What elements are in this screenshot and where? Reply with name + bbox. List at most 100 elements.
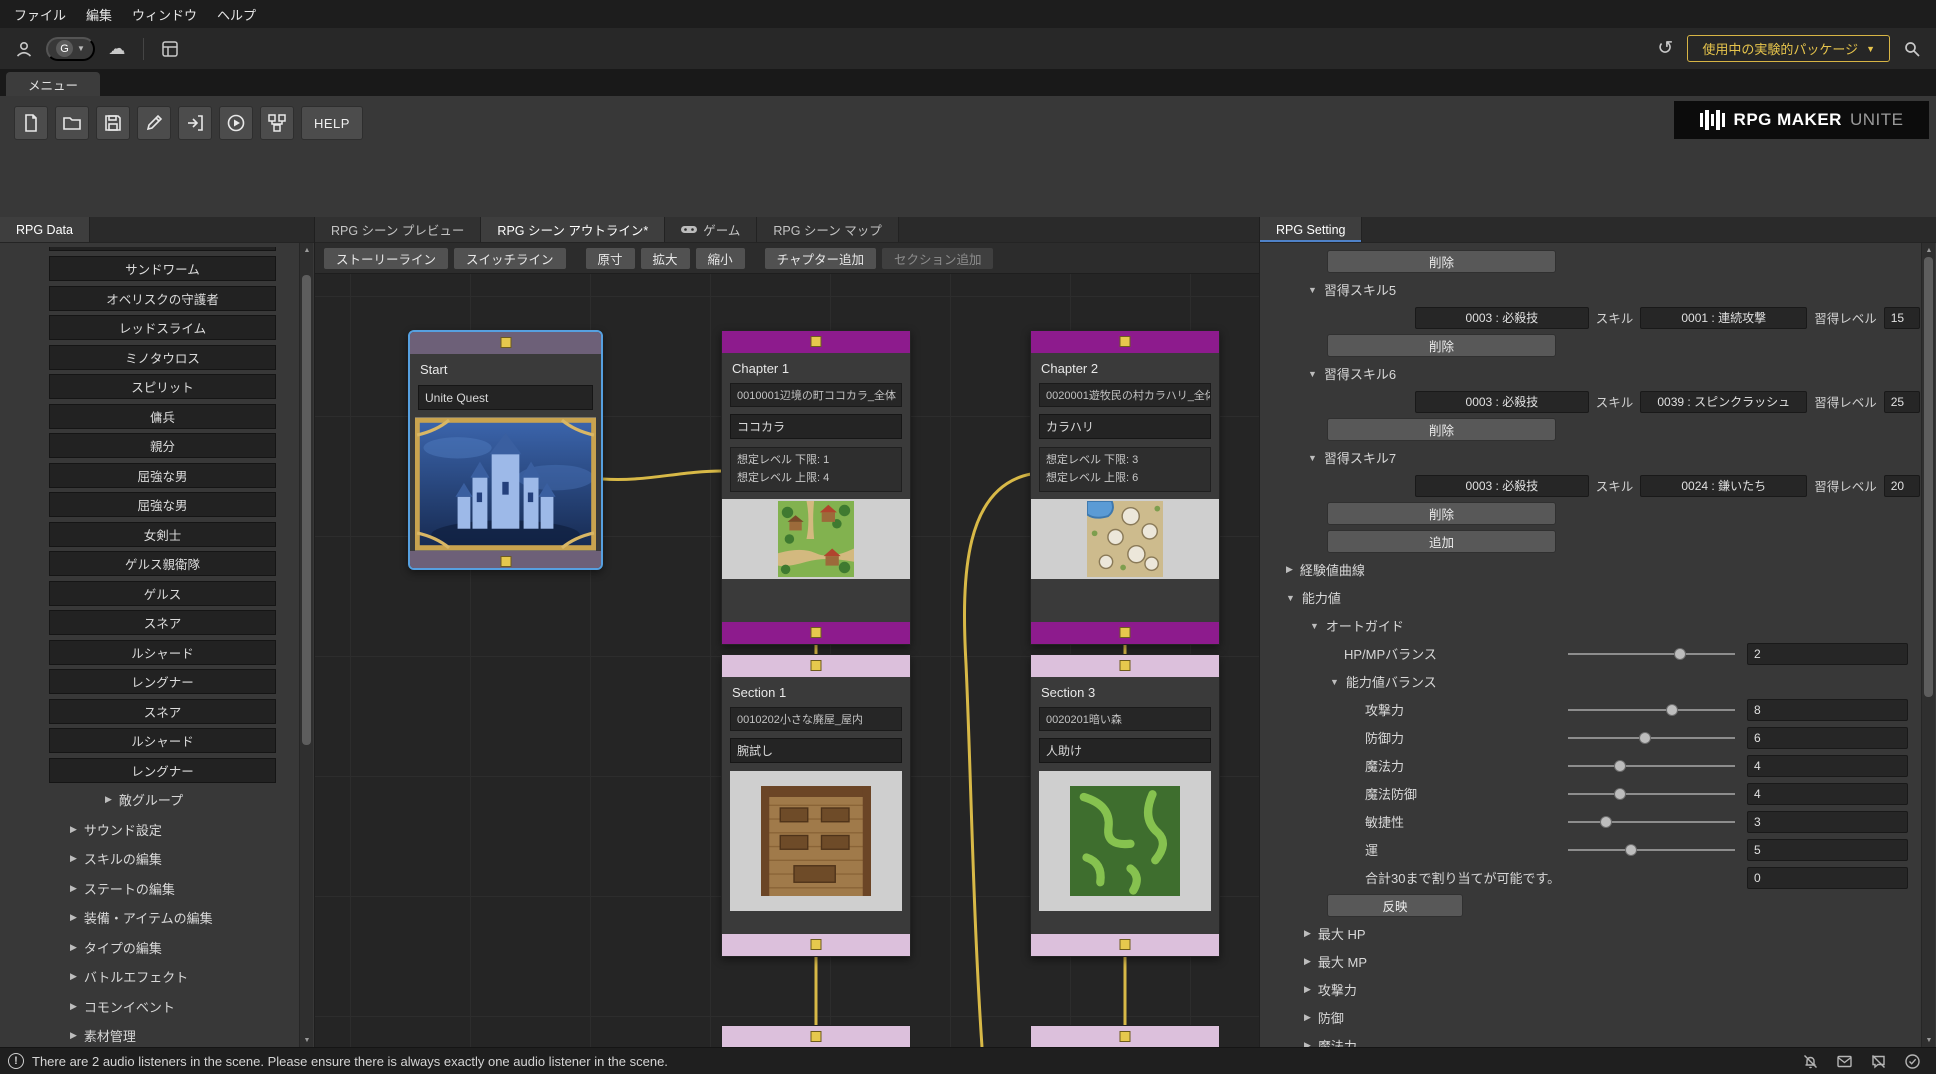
list-item[interactable]: ミノタウロス [49, 345, 276, 370]
scroll-down-icon[interactable]: ▼ [300, 1033, 314, 1047]
list-item[interactable]: スネア [49, 699, 276, 724]
slider-thumb[interactable] [1614, 788, 1626, 800]
scrollbar-thumb[interactable] [302, 275, 311, 745]
connection-port[interactable] [1120, 939, 1131, 950]
attack-value[interactable]: 8 [1747, 699, 1908, 721]
foldout-magic[interactable]: ▶魔法力 [1260, 1032, 1920, 1047]
tree-item-equipment[interactable]: ▶装備・アイテムの編集 [0, 905, 298, 930]
scroll-up-icon[interactable]: ▲ [300, 243, 314, 257]
status-message[interactable]: There are 2 audio listeners in the scene… [32, 1054, 668, 1069]
tree-item-skills[interactable]: ▶スキルの編集 [0, 846, 298, 871]
list-item[interactable]: ルシャード [49, 728, 276, 753]
account-icon[interactable] [10, 35, 38, 63]
agility-value[interactable]: 3 [1747, 811, 1908, 833]
list-item[interactable]: レングナー [49, 758, 276, 783]
list-item[interactable]: スピリット [49, 374, 276, 399]
tree-item-states[interactable]: ▶ステートの編集 [0, 876, 298, 901]
map-reference-field[interactable]: 0010202小さな廃屋_屋内 [730, 707, 902, 731]
status-check-icon[interactable] [1902, 1051, 1922, 1071]
list-item[interactable]: 屈強な男 [49, 463, 276, 488]
luck-value[interactable]: 5 [1747, 839, 1908, 861]
left-scrollbar[interactable]: ▲ ▼ [299, 243, 313, 1047]
connection-port[interactable] [500, 556, 511, 567]
section-name-input[interactable]: 人助け [1039, 738, 1211, 763]
map-reference-field[interactable]: 0020201暗い森 [1039, 707, 1211, 731]
list-item[interactable]: 傭兵 [49, 404, 276, 429]
foldout-learned-skill-7[interactable]: ▼習得スキル7 [1260, 444, 1920, 471]
console-messages-icon[interactable] [1834, 1051, 1854, 1071]
storyline-button[interactable]: ストーリーライン [323, 247, 449, 270]
skill-type-field[interactable]: 0003 : 必殺技 [1415, 391, 1589, 413]
node-section-2-partial[interactable] [721, 1025, 911, 1047]
foldout-ability-balance[interactable]: ▼能力値バランス [1260, 668, 1920, 695]
slider-thumb[interactable] [1625, 844, 1637, 856]
quest-name-input[interactable]: Unite Quest [418, 385, 593, 410]
foldout-attack[interactable]: ▶攻撃力 [1260, 976, 1920, 1003]
foldout-exp-curve[interactable]: ▶経験値曲線 [1260, 556, 1920, 583]
list-item[interactable]: レングナー [49, 669, 276, 694]
menu-help[interactable]: ヘルプ [207, 1, 266, 28]
tab-scene-map[interactable]: RPG シーン マップ [757, 217, 898, 242]
tab-rpg-setting[interactable]: RPG Setting [1260, 217, 1362, 242]
scroll-down-icon[interactable]: ▼ [1922, 1033, 1936, 1047]
help-button[interactable]: HELP [301, 106, 363, 140]
scroll-up-icon[interactable]: ▲ [1922, 243, 1936, 257]
foldout-max-mp[interactable]: ▶最大 MP [1260, 948, 1920, 975]
notifications-muted-icon[interactable] [1800, 1051, 1820, 1071]
tab-scene-outline[interactable]: RPG シーン アウトライン* [481, 217, 665, 242]
tab-rpg-data[interactable]: RPG Data [0, 217, 90, 242]
tree-item-common-events[interactable]: ▶コモンイベント [0, 994, 298, 1019]
learn-level-field[interactable]: 25 [1884, 391, 1920, 413]
connection-port[interactable] [500, 337, 511, 348]
skill-name-field[interactable]: 0001 : 連続攻撃 [1640, 307, 1807, 329]
hp-mp-balance-slider[interactable] [1568, 653, 1735, 655]
cloud-icon[interactable]: ☁ [103, 35, 131, 63]
apply-button[interactable]: 反映 [1327, 894, 1463, 917]
menu-window[interactable]: ウィンドウ [122, 1, 207, 28]
total-value[interactable]: 0 [1747, 867, 1908, 889]
connection-port[interactable] [1120, 336, 1131, 347]
foldout-learned-skill-5[interactable]: ▼習得スキル5 [1260, 276, 1920, 303]
zoom-out-button[interactable]: 縮小 [695, 247, 746, 270]
magic-defense-slider[interactable] [1568, 793, 1735, 795]
skill-type-field[interactable]: 0003 : 必殺技 [1415, 307, 1589, 329]
delete-button[interactable]: 削除 [1327, 250, 1556, 273]
skill-name-field[interactable]: 0039 : スピンクラッシュ [1640, 391, 1807, 413]
connection-port[interactable] [811, 627, 822, 638]
list-item[interactable]: レッドスライム [49, 315, 276, 340]
foldout-max-hp[interactable]: ▶最大 HP [1260, 920, 1920, 947]
section-name-input[interactable]: 腕試し [730, 738, 902, 763]
scrollbar-thumb[interactable] [1924, 257, 1933, 697]
list-item[interactable]: 女剣士 [49, 522, 276, 547]
slider-thumb[interactable] [1674, 648, 1686, 660]
right-scrollbar[interactable]: ▲ ▼ [1921, 243, 1935, 1047]
defense-value[interactable]: 6 [1747, 727, 1908, 749]
connection-port[interactable] [1120, 660, 1131, 671]
import-export-button[interactable] [178, 106, 212, 140]
foldout-defense[interactable]: ▶防御 [1260, 1004, 1920, 1031]
list-item[interactable]: ルシャード [49, 640, 276, 665]
slider-thumb[interactable] [1600, 816, 1612, 828]
play-button[interactable] [219, 106, 253, 140]
delete-button[interactable]: 削除 [1327, 502, 1556, 525]
delete-button[interactable]: 削除 [1327, 334, 1556, 357]
map-reference-field[interactable]: 0010001辺境の町ココカラ_全体 [730, 383, 902, 407]
actual-size-button[interactable]: 原寸 [585, 247, 636, 270]
node-section-4-partial[interactable] [1030, 1025, 1220, 1047]
node-chapter-1[interactable]: Chapter 1 0010001辺境の町ココカラ_全体 ココカラ 想定レベル … [721, 330, 911, 645]
list-item[interactable]: ゲルス [49, 581, 276, 606]
connection-port[interactable] [811, 336, 822, 347]
zoom-in-button[interactable]: 拡大 [640, 247, 691, 270]
foldout-autoguide[interactable]: ▼オートガイド [1260, 612, 1920, 639]
list-item[interactable]: 親分 [49, 433, 276, 458]
open-folder-button[interactable] [55, 106, 89, 140]
slider-thumb[interactable] [1639, 732, 1651, 744]
magic-defense-value[interactable]: 4 [1747, 783, 1908, 805]
node-section-1[interactable]: Section 1 0010202小さな廃屋_屋内 腕試し [721, 654, 911, 957]
edit-pencil-button[interactable] [137, 106, 171, 140]
node-start[interactable]: Start Unite Quest [408, 330, 603, 570]
list-item[interactable]: サンドワーム [49, 256, 276, 281]
tree-item-enemy-group[interactable]: ▶敵グループ [0, 787, 298, 812]
new-file-button[interactable] [14, 106, 48, 140]
tree-item-assets[interactable]: ▶素材管理 [0, 1023, 298, 1047]
